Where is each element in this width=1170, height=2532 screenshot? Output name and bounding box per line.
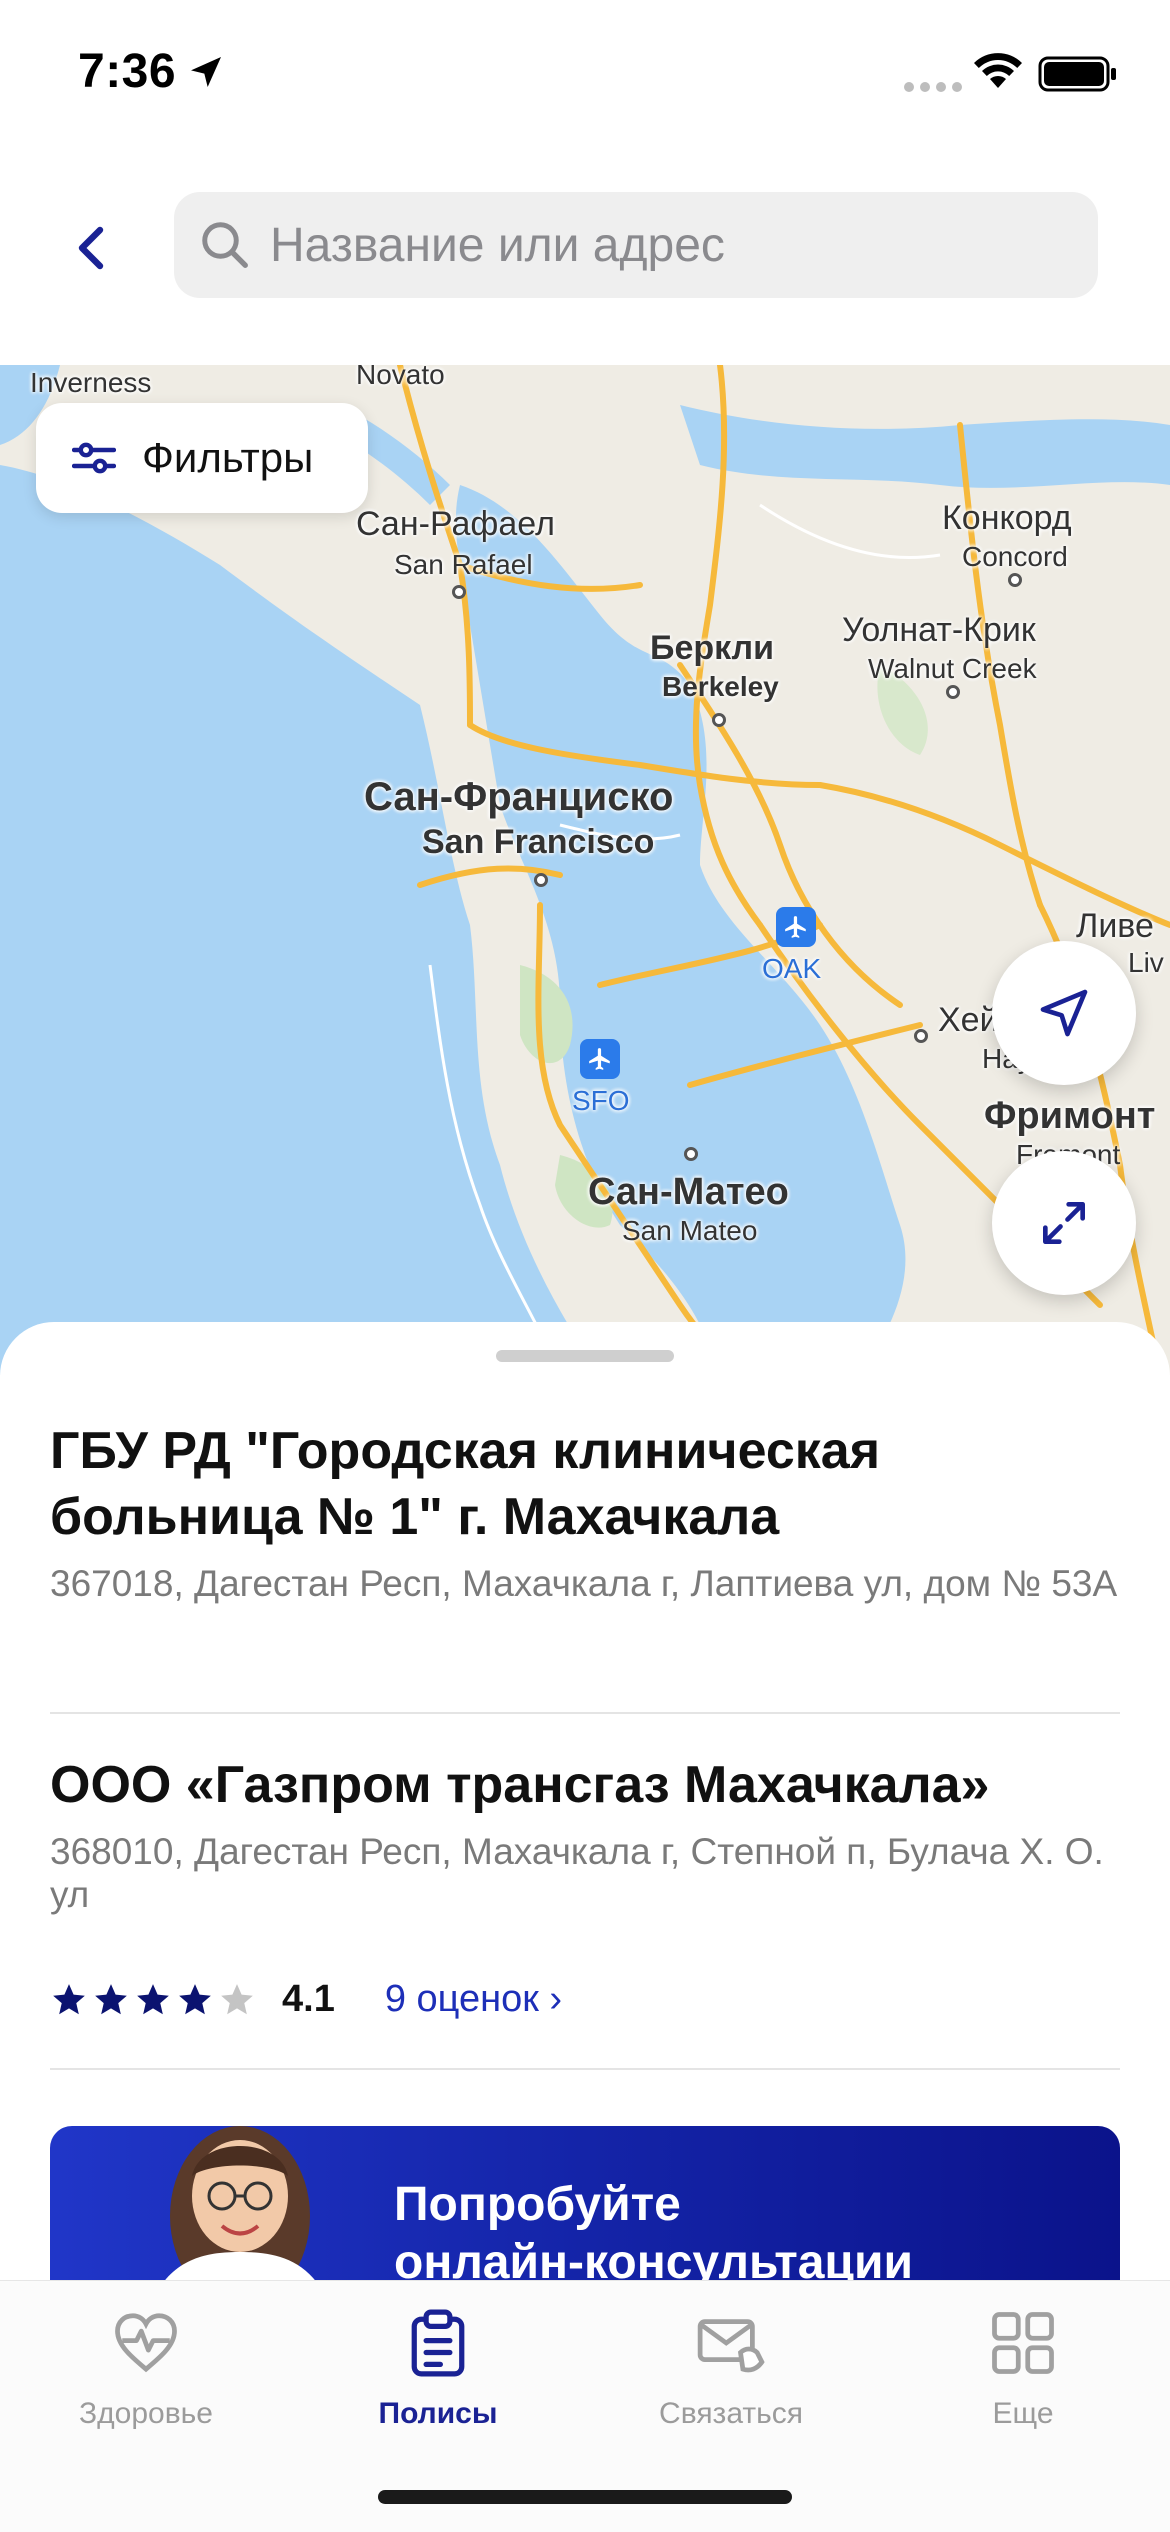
search-icon (202, 222, 248, 268)
organization-card[interactable]: ООО «Газпром трансгаз Махачкала» 368010,… (50, 1752, 1120, 1916)
battery-icon (1038, 56, 1116, 92)
filters-label: Фильтры (142, 434, 314, 481)
map-label-sf-ru: Сан-Франциско (364, 775, 674, 819)
envelope-phone-icon (697, 2319, 765, 2373)
map-label-berkeley-en: Berkeley (662, 671, 779, 702)
rating-row: 4.1 9 оценок › (50, 1978, 562, 2021)
rating-stars (50, 1981, 256, 2019)
tab-health[interactable]: Здоровье (31, 2305, 261, 2431)
tab-label: Связаться (659, 2397, 803, 2430)
status-time: 7:36 (78, 45, 177, 98)
doctor-illustration (150, 2126, 330, 2306)
map-dot-san-francisco (534, 873, 548, 887)
home-indicator (378, 2490, 792, 2504)
map-label-oak: OAK (762, 953, 822, 984)
map-label-livermore-en: Liv (1128, 947, 1164, 978)
star-icon (179, 1983, 211, 2014)
promo-text: Попробуйте онлайн-консультации (394, 2178, 913, 2289)
star-icon (137, 1983, 169, 2014)
map-label-concord-en: Concord (962, 541, 1068, 572)
map-label-livermore-ru: Ливе (1076, 907, 1154, 945)
map-view[interactable]: Inverness Novato Сан-Рафаел San Rafael К… (0, 365, 1170, 1375)
clipboard-icon (411, 2309, 465, 2377)
map-label-fremont-ru: Фримонт (984, 1095, 1156, 1137)
map-label-novato: Novato (356, 365, 445, 390)
organization-title: ООО «Газпром трансгаз Махачкала» (50, 1756, 990, 1814)
tab-label: Еще (992, 2397, 1054, 2430)
my-location-button[interactable] (992, 941, 1136, 1085)
map-label-concord-ru: Конкорд (942, 499, 1072, 537)
map-dot-san-rafael (452, 585, 466, 599)
map-label-hayward-ru: Хей (938, 1001, 999, 1039)
divider (50, 1712, 1120, 1714)
location-arrow-icon (191, 57, 221, 87)
navigation-arrow-icon (1040, 989, 1088, 1037)
wifi-icon (974, 53, 1022, 88)
rating-value: 4.1 (282, 1978, 335, 2020)
map-label-san-mateo-en: San Mateo (622, 1215, 758, 1246)
star-icon (95, 1983, 127, 2014)
map-label-san-rafael-ru: Сан-Рафаел (356, 505, 555, 543)
map-label-san-rafael-en: San Rafael (394, 549, 533, 580)
map-dot-berkeley (712, 713, 726, 727)
star-icon (53, 1983, 85, 2014)
map-dot-hayward (914, 1029, 928, 1043)
map-label-inverness: Inverness (30, 367, 152, 398)
map-label-san-mateo-ru: Сан-Матео (588, 1171, 789, 1213)
search-input[interactable] (270, 217, 1050, 273)
heart-pulse-icon (115, 2313, 177, 2373)
map-dot-san-mateo (684, 1147, 698, 1161)
sheet-grabber[interactable] (496, 1350, 674, 1362)
tab-label: Здоровье (79, 2397, 213, 2430)
sliders-icon (72, 442, 116, 474)
map-dot-walnut-creek (946, 685, 960, 699)
expand-icon (1043, 1202, 1085, 1244)
map-label-sfo: SFO (572, 1085, 630, 1116)
map-dot-concord (1008, 573, 1022, 587)
map-label-berkeley-ru: Беркли (650, 629, 775, 667)
organization-title: ГБУ РД "Городская клиническая больница №… (50, 1422, 881, 1546)
airport-sfo-icon (580, 1039, 620, 1079)
filters-button[interactable]: Фильтры (36, 403, 368, 513)
promo-banner[interactable]: Попробуйте онлайн-консультации (50, 2126, 1120, 2306)
map-label-walnut-creek-ru: Уолнат-Крик (842, 611, 1036, 649)
expand-map-button[interactable] (992, 1151, 1136, 1295)
tab-policies[interactable]: Полисы (323, 2305, 553, 2431)
cellular-signal-icon (904, 82, 962, 92)
organization-address: 368010, Дагестан Респ, Махачкала г, Степ… (50, 1831, 1104, 1915)
map-label-sf-en: San Francisco (422, 823, 655, 861)
tab-more[interactable]: Еще (908, 2305, 1138, 2431)
airport-oak-icon (776, 907, 816, 947)
reviews-link[interactable]: 9 оценок › (385, 1978, 562, 2021)
organization-address: 367018, Дагестан Респ, Махачкала г, Лапт… (50, 1563, 1118, 1604)
chevron-left-icon (78, 226, 104, 270)
status-bar: 7:36 (0, 0, 1170, 150)
map-label-walnut-creek-en: Walnut Creek (868, 653, 1037, 684)
tab-contact[interactable]: Связаться (616, 2305, 846, 2431)
star-icon (221, 1983, 253, 2014)
search-bar[interactable] (174, 192, 1098, 298)
tab-label: Полисы (378, 2397, 498, 2430)
back-button[interactable] (58, 210, 124, 286)
divider (50, 2068, 1120, 2070)
grid-icon (992, 2312, 1054, 2374)
organization-card[interactable]: ГБУ РД "Городская клиническая больница №… (50, 1418, 1120, 1605)
